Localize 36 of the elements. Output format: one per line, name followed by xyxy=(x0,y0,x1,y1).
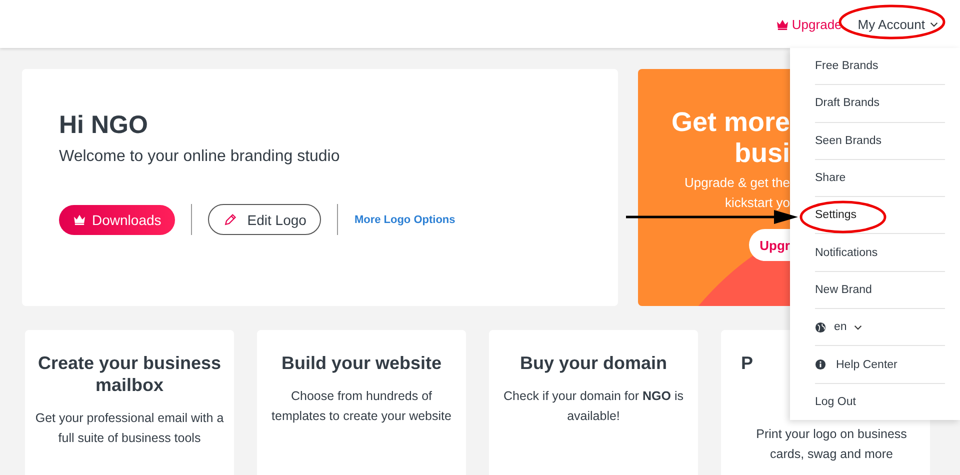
promo-title: Get more xyxy=(670,107,790,138)
menu-item[interactable]: Draft Brands xyxy=(815,85,945,123)
card-text: Get your professional email with a full suite of business tools xyxy=(34,410,225,447)
more-logo-options-link[interactable]: More Logo Options xyxy=(354,214,456,226)
menu-item[interactable]: Free Brands xyxy=(815,48,945,86)
card-text: Check if your domain for NGO is available! xyxy=(502,388,684,425)
menu-item[interactable]: Log Out xyxy=(815,384,945,420)
crown-icon xyxy=(73,214,86,225)
info-icon xyxy=(815,359,826,370)
chevron-icon xyxy=(854,324,862,330)
card-text: Choose from hundreds of templates to create your website xyxy=(270,388,452,425)
globe-icon xyxy=(815,322,826,333)
chevron-icon xyxy=(930,22,938,26)
card-title: P xyxy=(741,352,754,374)
menu-item[interactable]: Settings xyxy=(815,197,945,234)
card-title: Create your business mailbox xyxy=(36,352,222,396)
edit-logo-button[interactable]: Edit Logo xyxy=(208,204,322,235)
card-title: Buy your domain xyxy=(518,352,668,374)
menu-item[interactable]: en xyxy=(815,309,945,346)
menu-item[interactable]: Share xyxy=(815,160,945,198)
downloads-button[interactable]: Downloads xyxy=(59,204,176,234)
pencil-icon xyxy=(223,212,238,226)
promo-text: kickstart yo xyxy=(724,194,790,212)
crown-icon xyxy=(776,18,789,30)
welcome-text: Welcome to your online branding studio xyxy=(59,148,341,166)
upgrade-link[interactable]: Upgrade xyxy=(776,16,842,32)
menu-item[interactable]: Help Center xyxy=(815,346,945,384)
promo-text: Upgrade & get the xyxy=(683,174,790,192)
promo-title: busi xyxy=(733,138,790,169)
greeting: Hi NGO xyxy=(59,111,149,140)
menu-item[interactable]: Notifications xyxy=(815,234,945,272)
card-text: Print your logo on business cards, swag and more xyxy=(755,426,908,463)
promo-button[interactable]: Upgr xyxy=(749,229,790,261)
menu-item[interactable]: Seen Brands xyxy=(815,122,945,160)
card-title: Build your website xyxy=(280,352,443,374)
menu-item[interactable]: New Brand xyxy=(815,272,945,310)
